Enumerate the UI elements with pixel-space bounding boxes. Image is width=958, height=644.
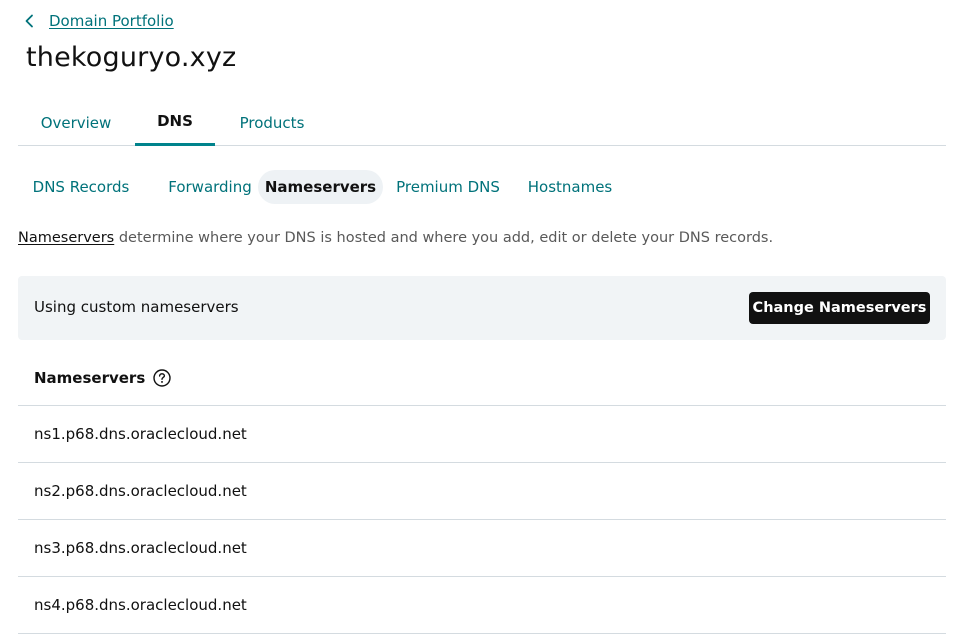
tab-products[interactable]: Products [223,100,321,145]
nameservers-heading: Nameservers [34,368,146,387]
nameserver-value: ns3.p68.dns.oraclecloud.net [34,539,247,557]
nameservers-list-header: Nameservers [18,350,946,406]
nameserver-value: ns1.p68.dns.oraclecloud.net [34,425,247,443]
nameserver-status-text: Using custom nameservers [34,298,239,316]
subtab-nameservers[interactable]: Nameservers [258,170,383,204]
nameserver-value: ns4.p68.dns.oraclecloud.net [34,596,247,614]
nameserver-row: ns3.p68.dns.oraclecloud.net [18,520,946,577]
tab-label: DNS [157,111,193,130]
chevron-left-icon[interactable] [22,14,36,28]
breadcrumb-domain-portfolio-link[interactable]: Domain Portfolio [49,12,174,30]
subtab-hostnames[interactable]: Hostnames [524,170,616,204]
subtab-premium-dns[interactable]: Premium DNS [393,170,503,204]
tab-label: Products [239,113,305,132]
domain-dns-page: Domain Portfolio thekoguryo.xyz Overview… [0,0,958,644]
nameserver-row: ns2.p68.dns.oraclecloud.net [18,463,946,520]
nameserver-row: ns4.p68.dns.oraclecloud.net [18,577,946,634]
nameserver-value: ns2.p68.dns.oraclecloud.net [34,482,247,500]
subtab-forwarding[interactable]: Forwarding [155,170,265,204]
question-circle-icon[interactable] [153,368,171,387]
description-text: determine where your DNS is hosted and w… [114,230,774,246]
nameservers-description: Nameservers determine where your DNS is … [18,230,773,246]
breadcrumb: Domain Portfolio [22,10,174,32]
custom-nameservers-banner: Using custom nameservers Change Nameserv… [18,276,946,340]
change-nameservers-button[interactable]: Change Nameservers [749,292,930,324]
primary-tabs: Overview DNS Products [18,100,946,146]
nameservers-help-link[interactable]: Nameservers [18,230,114,246]
tab-label: Overview [40,113,112,132]
tab-dns[interactable]: DNS [135,100,215,146]
subtab-dns-records[interactable]: DNS Records [18,170,144,204]
page-title: thekoguryo.xyz [26,42,237,73]
nameserver-row: ns1.p68.dns.oraclecloud.net [18,406,946,463]
tab-overview[interactable]: Overview [18,100,134,145]
